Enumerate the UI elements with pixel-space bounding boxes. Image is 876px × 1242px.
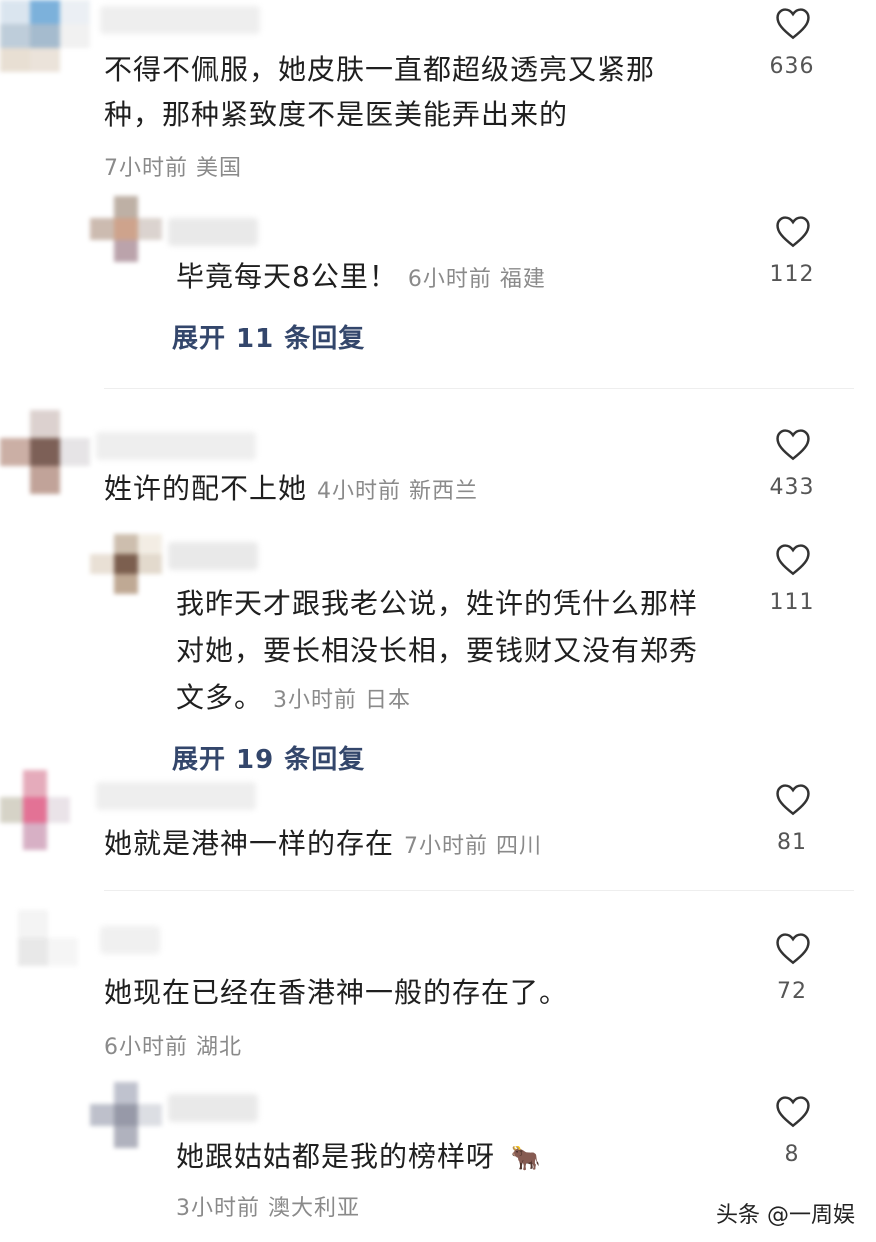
username-blurred[interactable] — [168, 218, 258, 246]
avatar[interactable] — [90, 1082, 162, 1148]
heart-icon[interactable] — [774, 542, 812, 576]
like-count: 8 — [784, 1142, 800, 1167]
comment-meta: 7小时前 美国 — [104, 156, 242, 181]
username-blurred[interactable] — [96, 432, 256, 460]
reply-meta: 6小时前 福建 — [407, 267, 546, 292]
reply-meta: 3小时前 日本 — [273, 688, 412, 713]
username-blurred[interactable] — [100, 926, 160, 954]
like-count: 433 — [769, 475, 815, 500]
like-count: 111 — [769, 590, 815, 615]
reply-text: 文多。 3小时前 日本 — [176, 681, 412, 714]
heart-icon[interactable] — [774, 931, 812, 965]
like-count: 636 — [769, 54, 815, 79]
reply-text: 毕竟每天8公里！ 6小时前 福建 — [176, 260, 546, 293]
avatar[interactable] — [0, 0, 90, 72]
avatar[interactable] — [90, 196, 162, 262]
expand-replies-link[interactable]: 展开 11 条回复 — [172, 318, 365, 355]
reply-text: 对她，要长相没长相，要钱财又没有郑秀 — [176, 634, 699, 667]
avatar[interactable] — [0, 770, 70, 850]
heart-icon[interactable] — [774, 214, 812, 248]
watermark: 头条 @一周娱 — [716, 1203, 855, 1228]
avatar[interactable] — [0, 410, 90, 494]
comment-meta: 7小时前 四川 — [404, 834, 543, 859]
heart-icon[interactable] — [774, 427, 812, 461]
heart-icon[interactable] — [774, 782, 812, 816]
username-blurred[interactable] — [168, 1094, 258, 1122]
comment-text: 她就是港神一样的存在 7小时前 四川 — [104, 827, 543, 860]
heart-icon[interactable] — [774, 1094, 812, 1128]
like-count: 112 — [769, 262, 815, 287]
like-count: 72 — [777, 979, 807, 1004]
avatar[interactable] — [90, 534, 162, 594]
username-blurred[interactable] — [100, 6, 260, 34]
reply-text: 我昨天才跟我老公说，姓许的凭什么那样 — [176, 587, 699, 620]
comment-text: 她现在已经在香港神一般的存在了。 — [104, 976, 569, 1009]
like-count: 81 — [777, 830, 807, 855]
comment-text: 种，那种紧致度不是医美能弄出来的 — [104, 98, 569, 131]
comment-meta: 6小时前 湖北 — [104, 1035, 242, 1060]
username-blurred[interactable] — [168, 542, 258, 570]
expand-replies-link[interactable]: 展开 19 条回复 — [172, 739, 365, 776]
divider — [104, 388, 854, 389]
comment-text: 姓许的配不上她 4小时前 新西兰 — [104, 472, 479, 505]
username-blurred[interactable] — [96, 782, 256, 810]
divider — [104, 890, 854, 891]
reply-text: 她跟姑姑都是我的榜样呀 🐂 — [176, 1140, 542, 1173]
comment-meta: 4小时前 新西兰 — [317, 479, 479, 504]
avatar[interactable] — [18, 910, 78, 966]
reply-meta: 3小时前 澳大利亚 — [176, 1196, 360, 1221]
comment-text: 不得不佩服，她皮肤一直都超级透亮又紧那 — [104, 53, 656, 86]
heart-icon[interactable] — [774, 6, 812, 40]
cow-emoji: 🐂 — [510, 1144, 542, 1172]
